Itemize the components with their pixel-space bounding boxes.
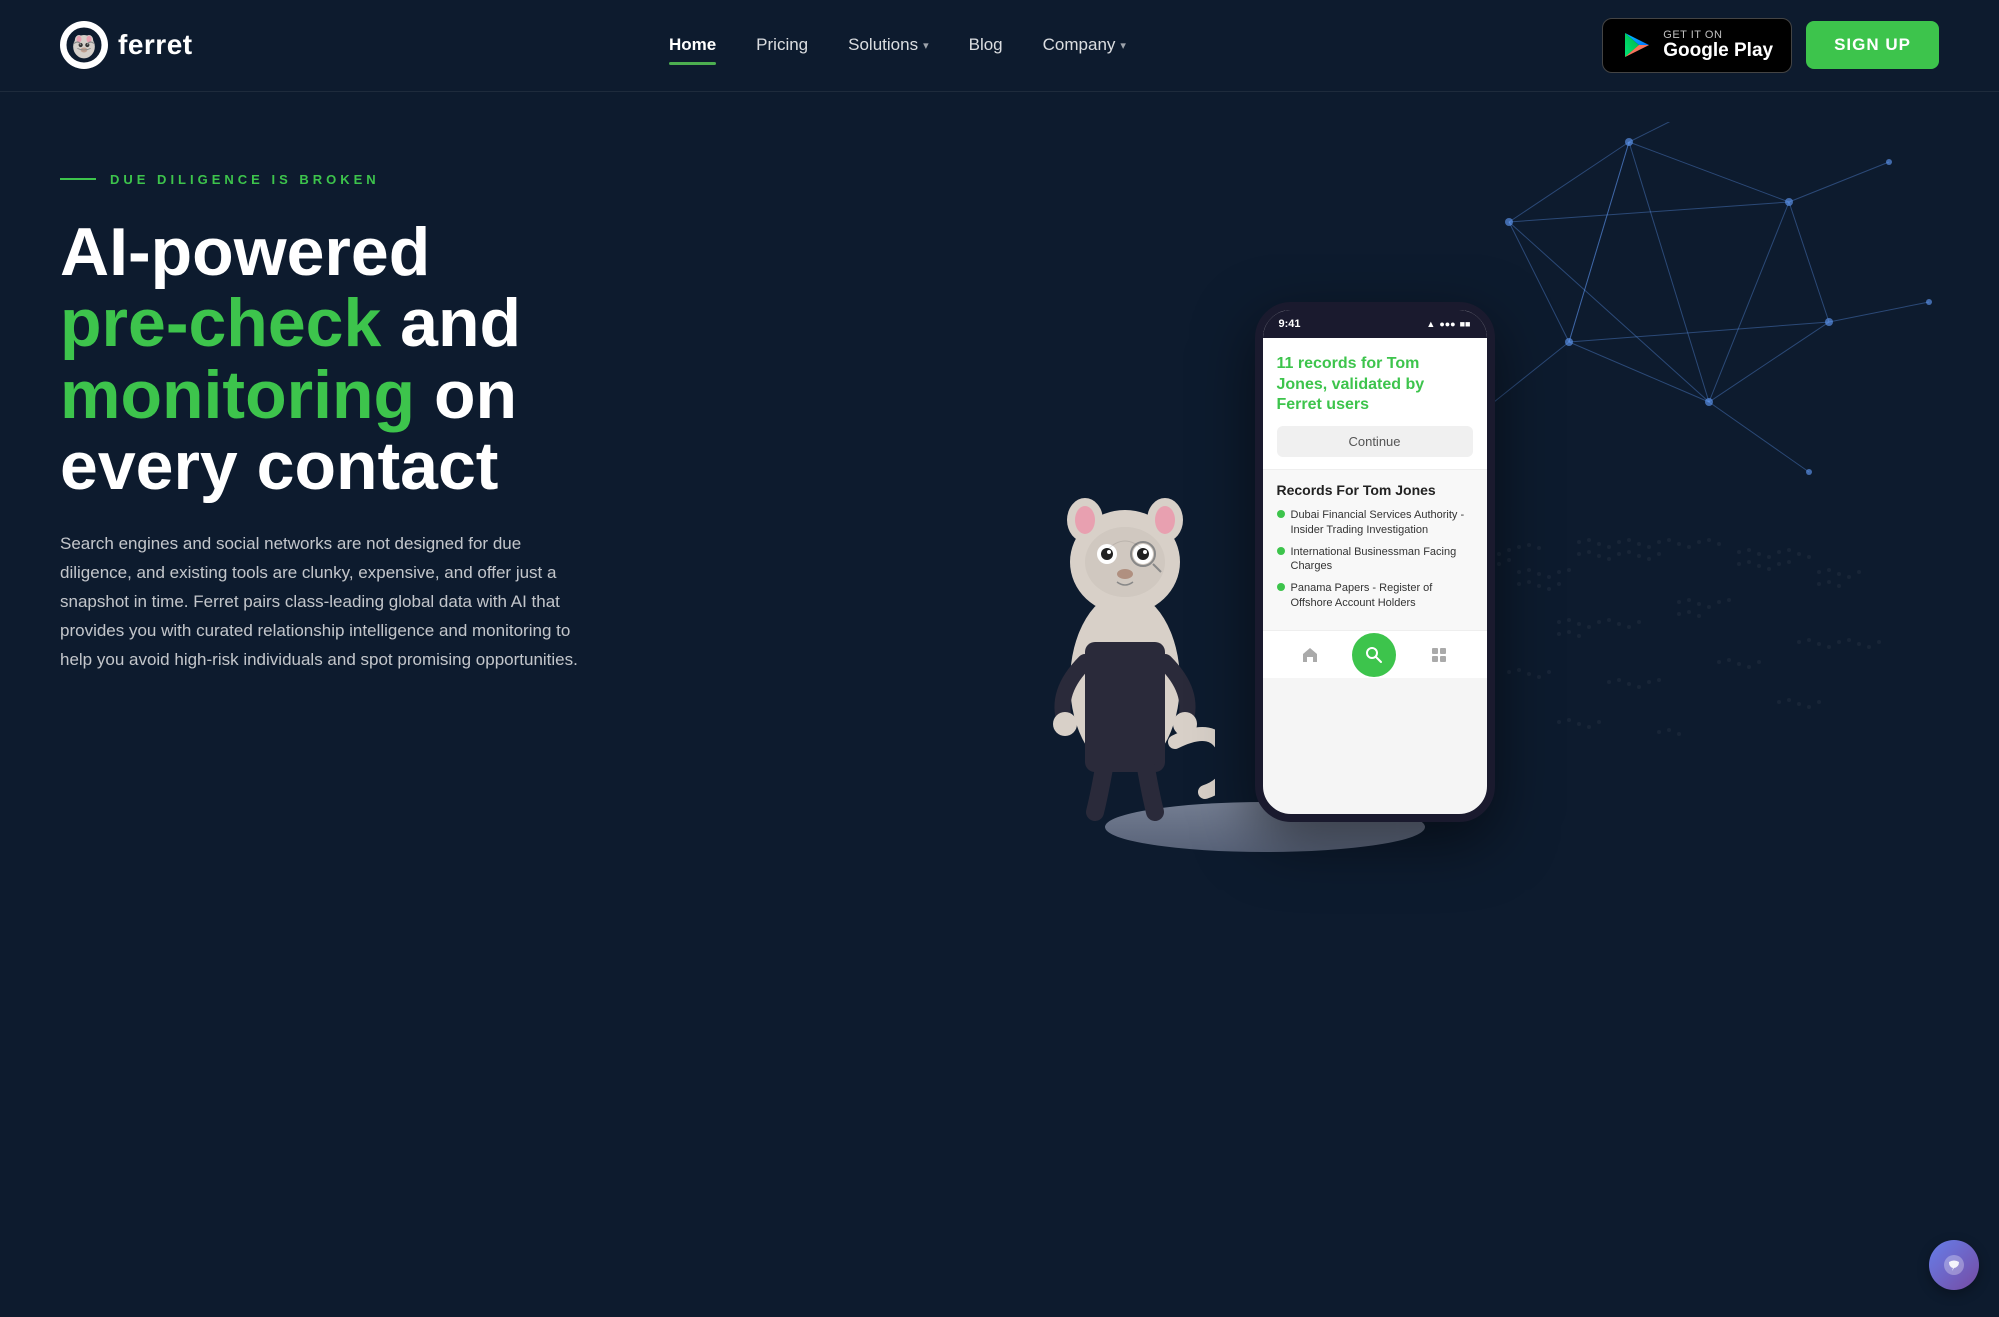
phone-status: ▲●●●■■	[1426, 319, 1470, 329]
phone-home-icon[interactable]	[1298, 643, 1322, 667]
record-dot-1	[1277, 510, 1285, 518]
heading-and: and	[381, 285, 521, 361]
google-play-button[interactable]: GET IT ON Google Play	[1602, 18, 1792, 73]
logo-text: ferret	[118, 29, 193, 61]
heading-line1: AI-powered	[60, 214, 430, 290]
ferret-mascot	[1035, 402, 1215, 822]
hero-section: DUE DILIGENCE IS BROKEN AI-powered pre-c…	[0, 92, 1999, 1317]
hero-right: 9:41 ▲●●●■■ 11 records for Tom Jones, va…	[590, 152, 1939, 852]
main-nav: Home Pricing Solutions ▾ Blog Company ▾	[669, 31, 1126, 59]
records-count-text: 11 records for Tom Jones, validated by F…	[1277, 354, 1473, 416]
nav-solutions[interactable]: Solutions ▾	[848, 31, 928, 59]
records-number: 11	[1277, 355, 1294, 372]
solutions-chevron-icon: ▾	[923, 39, 929, 52]
record-dot-3	[1277, 583, 1285, 591]
phone-time: 9:41	[1279, 318, 1301, 330]
subtitle-text: DUE DILIGENCE IS BROKEN	[110, 172, 380, 187]
phone-bottom-bar	[1263, 630, 1487, 678]
header-actions: GET IT ON Google Play SIGN UP	[1602, 18, 1939, 73]
chat-bubble[interactable]	[1929, 1240, 1979, 1290]
phone-search-icon[interactable]	[1352, 633, 1396, 677]
phone-top-section: 11 records for Tom Jones, validated by F…	[1263, 338, 1487, 470]
subtitle-dash	[60, 178, 96, 180]
hero-description: Search engines and social networks are n…	[60, 530, 590, 674]
logo-icon	[60, 21, 108, 69]
nav-blog[interactable]: Blog	[969, 31, 1003, 59]
signup-button[interactable]: SIGN UP	[1806, 21, 1939, 69]
record-item-2: International Businessman Facing Charges	[1277, 545, 1473, 574]
nav-pricing[interactable]: Pricing	[756, 31, 808, 59]
phone-bottom-section: Records For Tom Jones Dubai Financial Se…	[1263, 470, 1487, 630]
record-item-3: Panama Papers - Register of Offshore Acc…	[1277, 581, 1473, 610]
header: ferret Home Pricing Solutions ▾ Blog Com…	[0, 0, 1999, 92]
google-play-text: GET IT ON Google Play	[1663, 29, 1773, 62]
hero-left: DUE DILIGENCE IS BROKEN AI-powered pre-c…	[60, 152, 590, 675]
chat-icon	[1942, 1253, 1966, 1277]
hero-heading: AI-powered pre-check and monitoring on e…	[60, 217, 590, 503]
google-play-icon	[1621, 29, 1653, 61]
logo[interactable]: ferret	[60, 21, 193, 69]
heading-on: on	[415, 357, 517, 433]
company-chevron-icon: ▾	[1120, 39, 1126, 52]
nav-home[interactable]: Home	[669, 31, 716, 59]
phone-grid-icon[interactable]	[1427, 643, 1451, 667]
phone-mockup: 9:41 ▲●●●■■ 11 records for Tom Jones, va…	[1255, 302, 1495, 822]
phone-scene: 9:41 ▲●●●■■ 11 records for Tom Jones, va…	[1005, 172, 1525, 852]
nav-company[interactable]: Company ▾	[1043, 31, 1126, 59]
record-dot-2	[1277, 547, 1285, 555]
subtitle-line: DUE DILIGENCE IS BROKEN	[60, 172, 590, 187]
heading-precheck: pre-check	[60, 285, 381, 361]
phone-notch: 9:41 ▲●●●■■	[1263, 310, 1487, 338]
record-item-1: Dubai Financial Services Authority - Ins…	[1277, 508, 1473, 537]
records-title: Records For Tom Jones	[1277, 482, 1473, 498]
heading-monitoring: monitoring	[60, 357, 415, 433]
heading-every-contact: every contact	[60, 428, 498, 504]
continue-button[interactable]: Continue	[1277, 426, 1473, 457]
records-description: records for Tom Jones, validated by Ferr…	[1277, 355, 1425, 414]
